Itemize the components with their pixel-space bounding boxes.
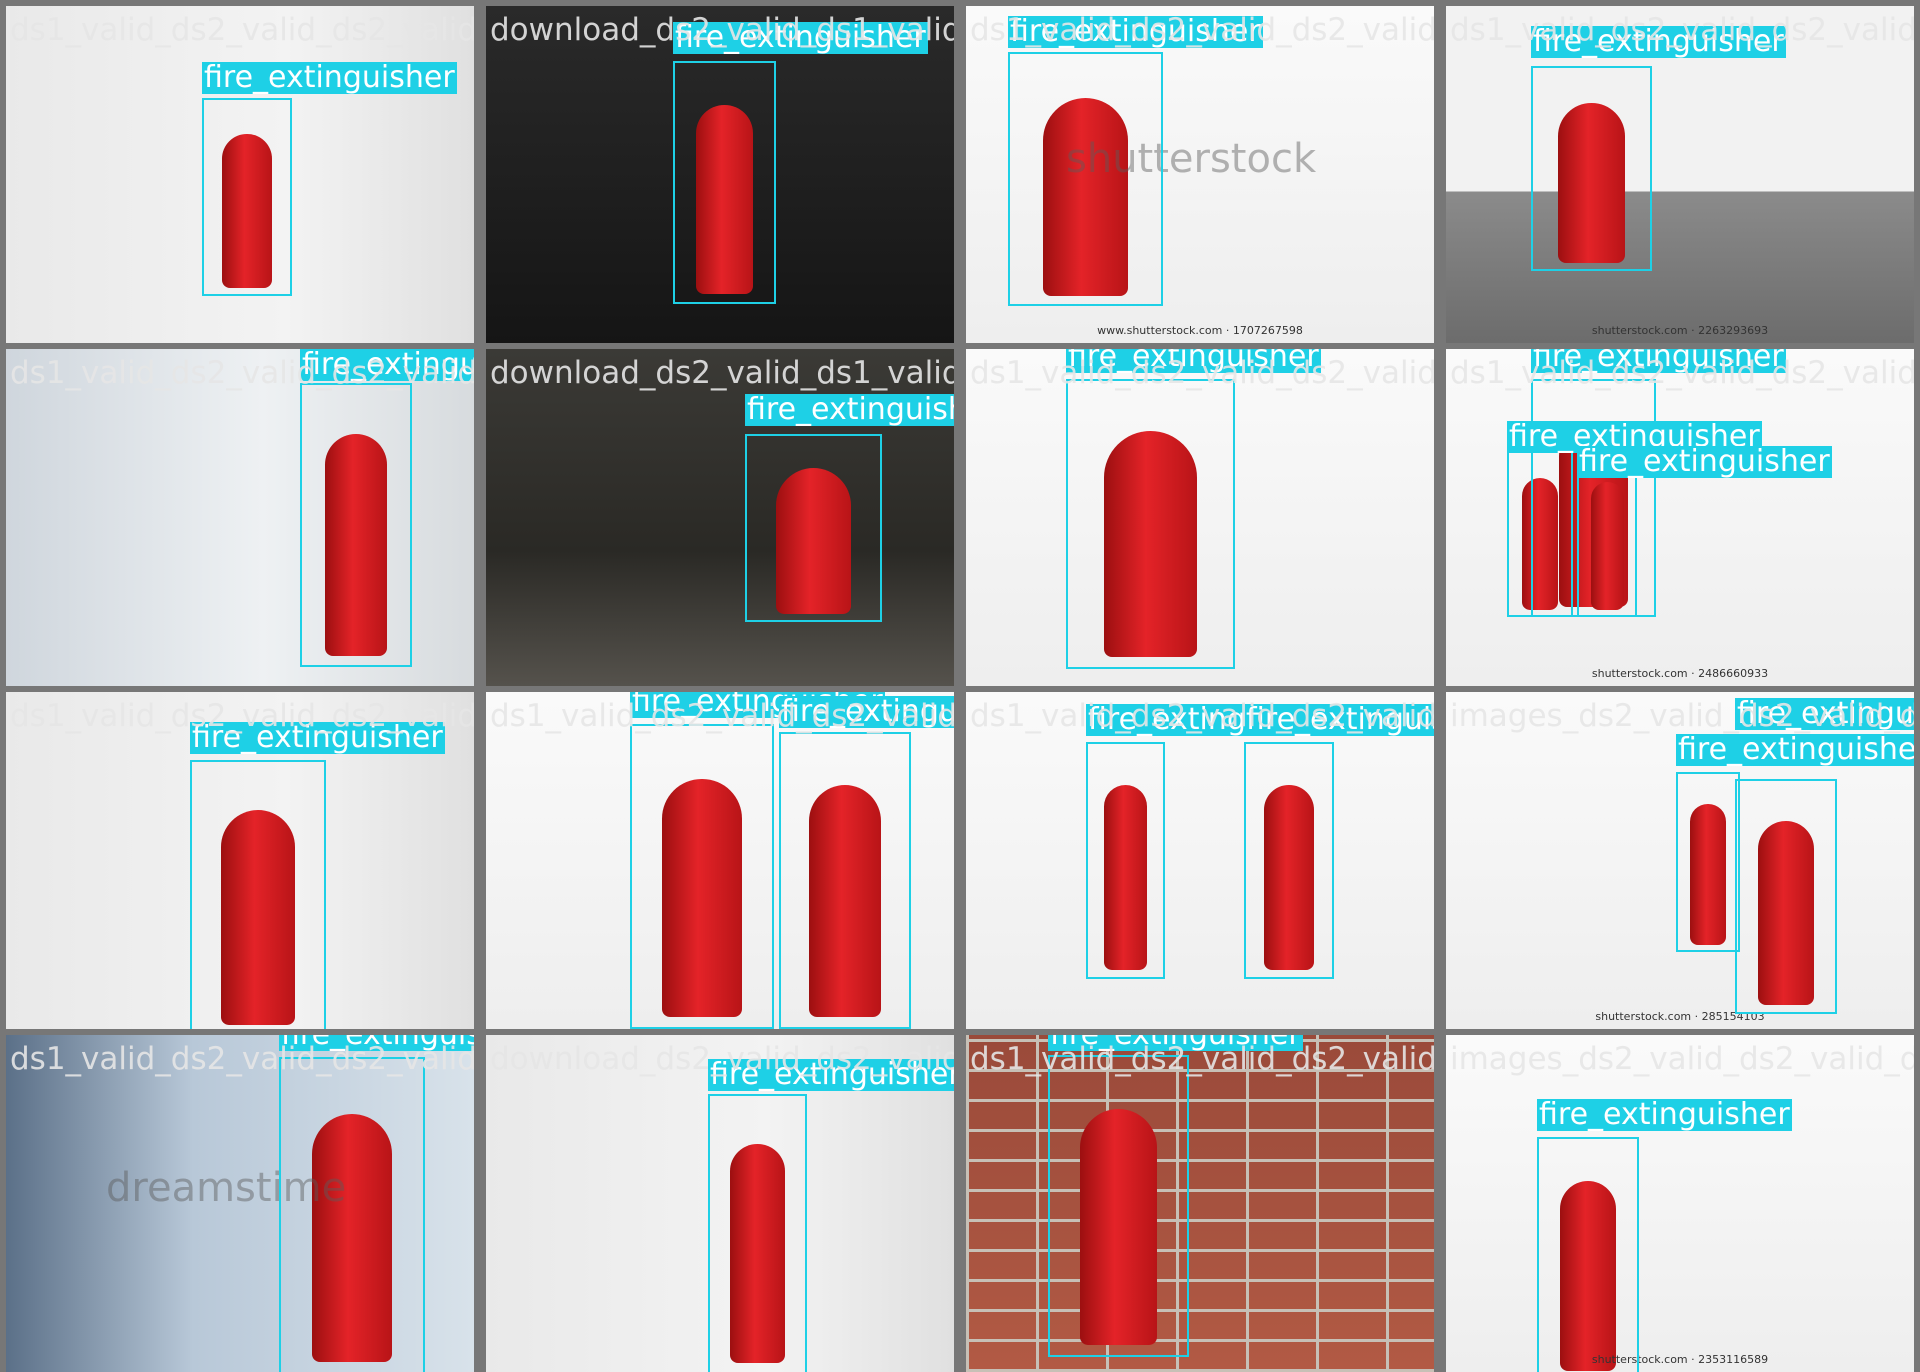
detection-label: fire_extinguisher: [1577, 444, 1832, 479]
detection-box: [1676, 772, 1740, 952]
detection-box: [1048, 1055, 1189, 1357]
detection-box: [1086, 742, 1165, 979]
mosaic-tile: shutterstock.com · 2486660933 fire_exting…: [1446, 349, 1914, 686]
detection-label: fire_extinguisher: [745, 394, 954, 426]
mosaic-tile: fire_extinguisherdownload_ds2_valid_ds1_…: [486, 6, 954, 343]
stock-credit-caption: shutterstock.com · 2486660933: [1591, 667, 1769, 680]
detection-label: fire_extinguisher: [190, 720, 445, 755]
mosaic-tile: fire_extinguisherds1_valid_ds2_valid_ds2…: [6, 349, 474, 686]
mosaic-tile: dreamstimefire_extinguisherds1_valid_ds2…: [6, 1035, 474, 1372]
mosaic-tile: shutterstock www.shutterstock.com · 17072…: [966, 6, 1434, 343]
mosaic-tile: fire_extinguisherdownload_ds2_valid_ds1_…: [486, 349, 954, 686]
mosaic-tile: fire_extinguisherds1_valid_ds2_valid_ds2…: [966, 1035, 1434, 1372]
detection-box: [1244, 742, 1334, 979]
detection-label: fire_extinguisher: [1531, 24, 1786, 59]
mosaic-tile: fire_extinguisher download_ds2_valid_ds2_…: [486, 1035, 954, 1372]
detection-label: fire_extinguisher: [1008, 14, 1263, 49]
detection-box: [1735, 779, 1837, 1014]
detection-box: [279, 1057, 425, 1372]
detection-box: [300, 383, 412, 667]
detection-label: fire_extinguisher: [300, 349, 474, 381]
detection-box: [1066, 379, 1235, 669]
detection-box: [1531, 66, 1652, 271]
detection-box: [745, 434, 882, 622]
detection-box: [708, 1094, 807, 1372]
mosaic-tile: shutterstock.com · 285154103 fire_extingu…: [1446, 692, 1914, 1029]
stock-credit-caption: shutterstock.com · 285154103: [1595, 1010, 1765, 1023]
detection-label: fire_extinguisher: [1676, 734, 1914, 766]
detection-label: fire_extinguisher: [673, 20, 928, 55]
mosaic-tile: fire_extinguisherds1_valid_ds2_valid_ds2…: [6, 692, 474, 1029]
stock-credit-caption: www.shutterstock.com · 1707267598: [1097, 324, 1303, 337]
stock-credit-caption: shutterstock.com · 2353116589: [1591, 1353, 1769, 1366]
detection-box: [779, 732, 911, 1029]
mosaic-tile: shutterstock.com · 2263293693 fire_exting…: [1446, 6, 1914, 343]
detection-label: fire_extinguisher: [1066, 349, 1321, 373]
mosaic-tile: fire_extinguisherds1_valid_ds2_valid_ds2…: [6, 6, 474, 343]
detection-label: fire_extinguisher: [1537, 1097, 1792, 1132]
detection-label: fire_extinguisher: [1048, 1035, 1303, 1051]
photo-background: [966, 692, 1434, 1029]
detection-box: [202, 98, 292, 296]
detection-label: fire_extinguisher: [708, 1059, 954, 1091]
photo-background: [1446, 1035, 1914, 1372]
detection-label: fire_extinguisher: [779, 696, 954, 728]
detection-box: [630, 724, 774, 1029]
detection-label: fire_extinguisher: [1735, 698, 1914, 730]
detection-mosaic: fire_extinguisher ds1_valid_ds2_valid_ds2…: [0, 0, 1920, 1372]
mosaic-tile: fire_extinguisherfire_extinguisherds1_va…: [966, 692, 1434, 1029]
detection-box: [1507, 447, 1573, 617]
detection-label: fire_extinguisher: [202, 60, 457, 95]
mosaic-tile: fire_extinguisherfire_extinguisherds1_va…: [486, 692, 954, 1029]
detection-box: [673, 61, 776, 304]
detection-label: fire_extinguisher: [279, 1035, 474, 1051]
mosaic-tile: shutterstock.com · 2353116589 fire_exting…: [1446, 1035, 1914, 1372]
stock-credit-caption: shutterstock.com · 2263293693: [1591, 324, 1769, 337]
detection-box: [1008, 52, 1163, 306]
mosaic-tile: fire_extinguisherds1_valid_ds2_valid_ds2…: [966, 349, 1434, 686]
detection-box: [190, 760, 326, 1029]
detection-label: fire_extinguisher: [1244, 704, 1434, 736]
detection-label: fire_extinguisher: [1531, 349, 1786, 373]
photo-background: [966, 1035, 1434, 1372]
detection-box: [1537, 1137, 1639, 1372]
